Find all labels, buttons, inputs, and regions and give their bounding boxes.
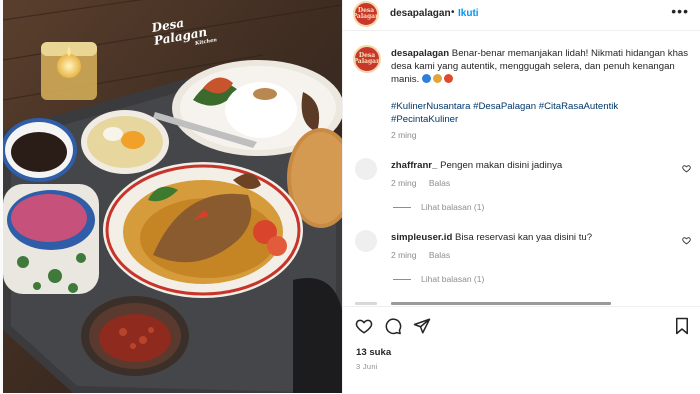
- comment-meta: 2 ming Balas: [391, 250, 460, 260]
- avatar-text-2: Palagan: [352, 13, 380, 20]
- comment-username[interactable]: zhaffranr_: [391, 160, 437, 171]
- water-drop-emoji-icon: [421, 74, 431, 83]
- post-photo[interactable]: Desa Palagan Kitchen: [3, 0, 342, 393]
- comment-reply-button[interactable]: Balas: [429, 250, 450, 260]
- view-replies-button[interactable]: Lihat balasan (1): [393, 274, 484, 284]
- view-replies-label: Lihat balasan (1): [421, 274, 485, 284]
- caption-avatar[interactable]: Desa Palagan: [353, 45, 381, 73]
- comment-avatar[interactable]: [355, 158, 377, 180]
- comment-avatar[interactable]: [355, 230, 377, 252]
- post-side-panel: Desa Palagan desapalagan • Ikuti ••• Desa…: [342, 0, 700, 393]
- comment-heart-icon[interactable]: [682, 236, 691, 245]
- caption-avatar-text-2: Palagan: [353, 58, 381, 65]
- profile-avatar[interactable]: Desa Palagan: [353, 1, 379, 27]
- comment-time: 2 ming: [391, 250, 417, 260]
- send-icon[interactable]: [413, 317, 431, 335]
- face-emoji-icon: [432, 74, 442, 83]
- action-bar: 13 suka 3 Juni: [343, 306, 700, 394]
- partially-visible-comment: [355, 302, 611, 305]
- post-header: Desa Palagan desapalagan • Ikuti •••: [343, 0, 700, 31]
- caption-username[interactable]: desapalagan: [391, 48, 449, 59]
- caption-time: 2 ming: [391, 130, 417, 140]
- like-count[interactable]: 13 suka: [356, 347, 391, 358]
- follow-button[interactable]: Ikuti: [458, 8, 479, 19]
- comment-text: simpleuser.id Bisa reservasi kan yaa dis…: [391, 232, 592, 243]
- chili-emoji-icon: [443, 74, 453, 83]
- comment-meta: 2 ming Balas: [391, 178, 460, 188]
- post-date: 3 Juni: [356, 362, 378, 371]
- food-photo-illustration: [3, 0, 342, 393]
- header-separator: •: [451, 7, 455, 18]
- candle-glass: [41, 42, 97, 100]
- comment-heart-icon[interactable]: [682, 164, 691, 173]
- view-replies-button[interactable]: Lihat balasan (1): [393, 202, 484, 212]
- comment-text: zhaffranr_ Pengen makan disini jadinya: [391, 160, 562, 171]
- view-replies-label: Lihat balasan (1): [421, 202, 485, 212]
- comment-time: 2 ming: [391, 178, 417, 188]
- instagram-post-view: Desa Palagan Kitchen Desa Palagan desapal…: [0, 0, 700, 393]
- more-dots-icon[interactable]: •••: [671, 3, 689, 19]
- header-username[interactable]: desapalagan: [390, 8, 451, 19]
- comment-icon[interactable]: [384, 317, 402, 335]
- comment-username[interactable]: simpleuser.id: [391, 232, 452, 243]
- bookmark-icon[interactable]: [673, 317, 691, 335]
- comment-body: Bisa reservasi kan yaa disini tu?: [455, 232, 593, 243]
- replies-line: [393, 207, 411, 209]
- heart-icon[interactable]: [355, 317, 373, 335]
- replies-line: [393, 279, 411, 281]
- comment-body: Pengen makan disini jadinya: [440, 160, 563, 171]
- caption-text: desapalagan Benar-benar memanjakan lidah…: [391, 47, 691, 86]
- caption-hashtags[interactable]: #KulinerNusantara #DesaPalagan #CitaRasa…: [391, 100, 681, 126]
- comment-reply-button[interactable]: Balas: [429, 178, 450, 188]
